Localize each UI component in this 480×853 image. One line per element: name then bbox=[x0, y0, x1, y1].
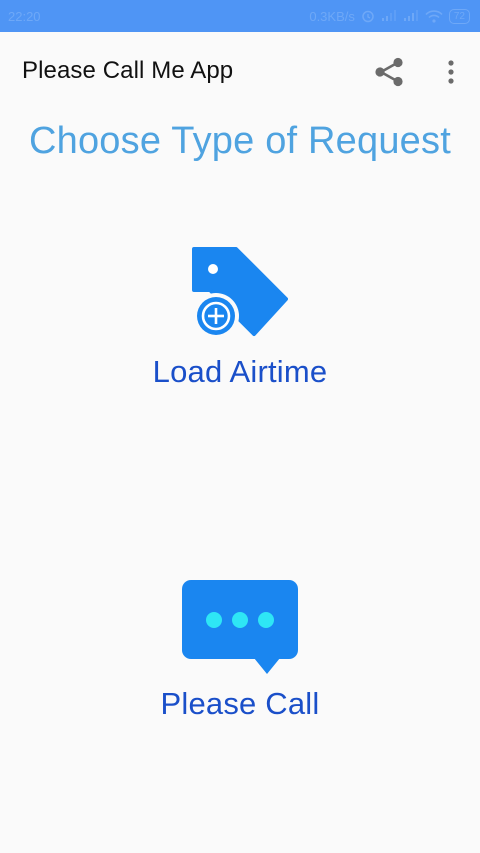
tag-add-icon[interactable] bbox=[192, 246, 288, 340]
chat-bubble-icon[interactable] bbox=[180, 578, 300, 678]
load-airtime-label[interactable]: Load Airtime bbox=[153, 354, 328, 390]
signal-icon bbox=[381, 10, 396, 21]
alarm-icon bbox=[362, 10, 374, 23]
app-bar: Please Call Me App bbox=[0, 32, 480, 110]
share-button[interactable] bbox=[369, 52, 409, 92]
wifi-icon bbox=[425, 9, 443, 23]
app-title: Please Call Me App bbox=[22, 57, 234, 84]
more-vert-icon bbox=[448, 60, 454, 84]
page-heading: Choose Type of Request bbox=[29, 120, 451, 162]
load-airtime-option[interactable]: Load Airtime bbox=[0, 246, 480, 390]
signal-icon-2 bbox=[403, 10, 418, 21]
status-icons: 0.3KB/s 72 bbox=[309, 8, 470, 24]
please-call-label[interactable]: Please Call bbox=[160, 686, 319, 722]
share-icon bbox=[375, 57, 403, 87]
please-call-option[interactable]: Please Call bbox=[0, 578, 480, 722]
network-speed: 0.3KB/s bbox=[309, 8, 355, 24]
status-bar: 22:20 0.3KB/s 72 bbox=[0, 0, 480, 32]
more-options-button[interactable] bbox=[436, 52, 466, 92]
battery-indicator: 72 bbox=[448, 8, 470, 24]
status-time: 22:20 bbox=[8, 8, 41, 24]
